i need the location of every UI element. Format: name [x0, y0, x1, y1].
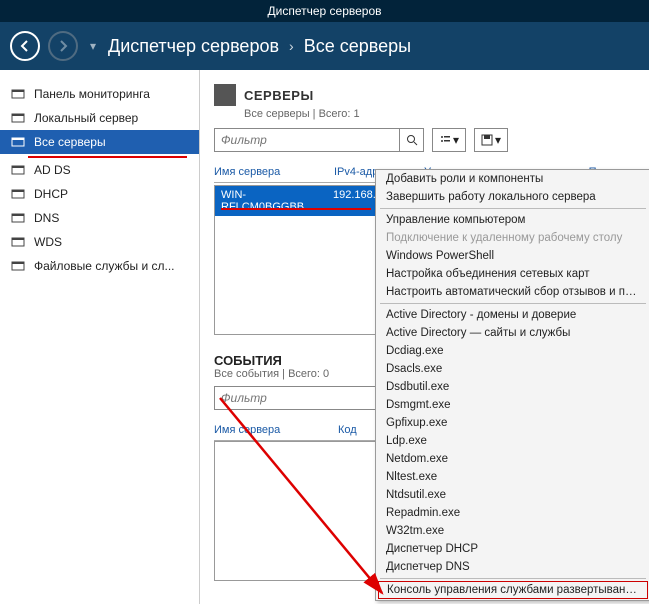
dhcp-icon: [10, 186, 26, 202]
context-menu-separator: [380, 578, 646, 579]
events-filter-input[interactable]: [215, 391, 399, 405]
context-menu-item[interactable]: Dcdiag.exe: [376, 342, 649, 360]
context-menu-item[interactable]: Dsdbutil.exe: [376, 378, 649, 396]
servers-filter-input[interactable]: [215, 133, 399, 147]
context-menu-separator: [380, 303, 646, 304]
sidebar-item-label: WDS: [34, 235, 62, 249]
context-menu-item[interactable]: Ntdsutil.exe: [376, 486, 649, 504]
context-menu-item[interactable]: Gpfixup.exe: [376, 414, 649, 432]
context-menu-separator: [380, 208, 646, 209]
sidebar-item-1[interactable]: Локальный сервер: [0, 106, 199, 130]
context-menu-item[interactable]: Dsmgmt.exe: [376, 396, 649, 414]
sidebar-item-7[interactable]: Файловые службы и сл...: [0, 254, 199, 278]
breadcrumb: Диспетчер серверов › Все серверы: [108, 36, 411, 57]
context-menu-item[interactable]: Nltest.exe: [376, 468, 649, 486]
dns-icon: [10, 210, 26, 226]
context-menu-item[interactable]: W32tm.exe: [376, 522, 649, 540]
file-services-icon: [10, 258, 26, 274]
dashboard-icon: [10, 86, 26, 102]
save-filter-button[interactable]: ▾: [474, 128, 508, 152]
sidebar-item-4[interactable]: DHCP: [0, 182, 199, 206]
sidebar-item-label: AD DS: [34, 163, 71, 177]
col-event-server[interactable]: Имя сервера: [214, 424, 314, 436]
context-menu-item[interactable]: Dsacls.exe: [376, 360, 649, 378]
context-menu-item[interactable]: Настройка объединения сетевых карт: [376, 265, 649, 283]
back-button[interactable]: [10, 31, 40, 61]
window-title: Диспетчер серверов: [267, 4, 381, 18]
breadcrumb-root[interactable]: Диспетчер серверов: [108, 36, 279, 57]
sidebar-item-2[interactable]: Все серверы: [0, 130, 199, 154]
context-menu-item[interactable]: Ldp.exe: [376, 432, 649, 450]
context-menu-item[interactable]: Управление компьютером: [376, 211, 649, 229]
sidebar-item-label: Локальный сервер: [34, 111, 138, 125]
context-menu-item: Подключение к удаленному рабочему столу: [376, 229, 649, 247]
header-bar: ▾ Диспетчер серверов › Все серверы: [0, 22, 649, 70]
adds-icon: [10, 162, 26, 178]
history-dropdown-icon[interactable]: ▾: [86, 39, 100, 53]
sidebar-item-label: DHCP: [34, 187, 68, 201]
chevron-down-icon: ▾: [453, 133, 459, 147]
sidebar-item-5[interactable]: DNS: [0, 206, 199, 230]
context-menu-item[interactable]: Диспетчер DHCP: [376, 540, 649, 558]
sidebar-item-0[interactable]: Панель мониторинга: [0, 82, 199, 106]
sidebar-item-label: Файловые службы и сл...: [34, 259, 175, 273]
context-menu-item[interactable]: Диспетчер DNS: [376, 558, 649, 576]
sidebar-item-label: Панель мониторинга: [34, 87, 150, 101]
col-server-name[interactable]: Имя сервера: [214, 166, 314, 178]
sidebar-item-6[interactable]: WDS: [0, 230, 199, 254]
sidebar: Панель мониторинга Локальный сервер Все се…: [0, 70, 200, 604]
forward-button[interactable]: [48, 31, 78, 61]
wds-icon: [10, 234, 26, 250]
all-servers-icon: [10, 134, 26, 150]
context-menu-item[interactable]: Настроить автоматический сбор отзывов и …: [376, 283, 649, 301]
servers-section-subtitle: Все серверы | Всего: 1: [244, 108, 645, 120]
chevron-down-icon: ▾: [495, 133, 501, 147]
window-title-bar: Диспетчер серверов: [0, 0, 649, 22]
context-menu: Добавить роли и компонентыЗавершить рабо…: [375, 169, 649, 601]
context-menu-item[interactable]: Windows PowerShell: [376, 247, 649, 265]
context-menu-item[interactable]: Консоль управления службами развертывани…: [378, 581, 648, 599]
servers-filter-box[interactable]: [214, 128, 424, 152]
col-event-code[interactable]: Код: [338, 424, 378, 436]
servers-section-icon: [214, 84, 236, 106]
context-menu-item[interactable]: Netdom.exe: [376, 450, 649, 468]
context-menu-item[interactable]: Завершить работу локального сервера: [376, 188, 649, 206]
context-menu-item[interactable]: Repadmin.exe: [376, 504, 649, 522]
columns-button[interactable]: ▾: [432, 128, 466, 152]
server-icon: [10, 110, 26, 126]
sidebar-item-3[interactable]: AD DS: [0, 158, 199, 182]
servers-section-title: СЕРВЕРЫ: [244, 88, 314, 103]
context-menu-item[interactable]: Active Directory - домены и доверие: [376, 306, 649, 324]
sidebar-item-label: DNS: [34, 211, 59, 225]
annotation-red-underline: [221, 208, 371, 210]
context-menu-item[interactable]: Добавить роли и компоненты: [376, 170, 649, 188]
breadcrumb-current[interactable]: Все серверы: [304, 36, 411, 57]
sidebar-item-label: Все серверы: [34, 135, 106, 149]
breadcrumb-sep-icon: ›: [289, 38, 294, 54]
search-icon[interactable]: [399, 129, 423, 151]
context-menu-item[interactable]: Active Directory — сайты и службы: [376, 324, 649, 342]
